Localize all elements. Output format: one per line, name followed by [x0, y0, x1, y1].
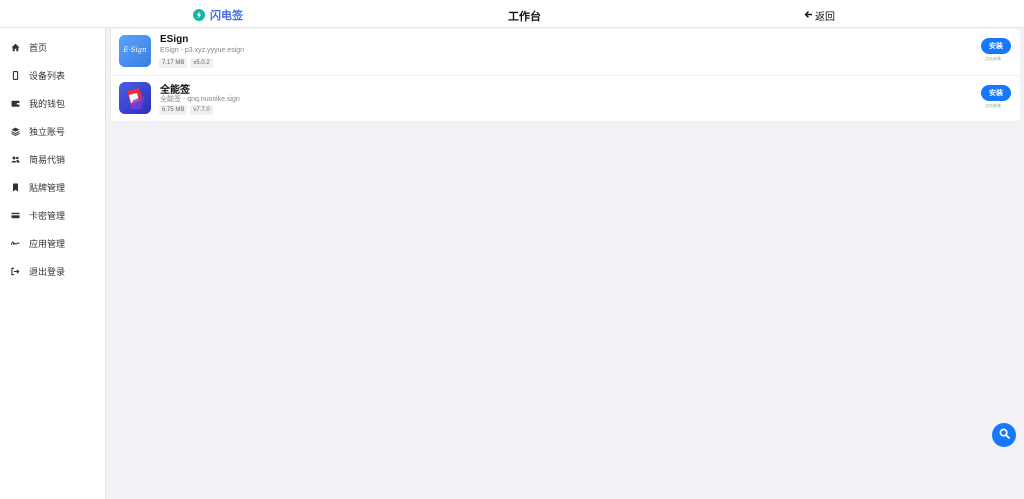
- wallet-icon: [11, 99, 20, 108]
- back-button[interactable]: 返回: [804, 8, 835, 23]
- brand[interactable]: 闪电签: [193, 7, 243, 23]
- phone-icon: [11, 70, 20, 80]
- brand-name: 闪电签: [210, 10, 243, 22]
- sidebar-item-label: 首页: [29, 42, 48, 53]
- sidebar-item-devices[interactable]: 设备列表: [0, 62, 106, 88]
- app-size-badge: 6.75 MB: [159, 105, 188, 115]
- back-label: 返回: [815, 12, 835, 23]
- install-button[interactable]: 安装: [981, 38, 1011, 54]
- card-icon: [11, 211, 20, 220]
- app-bundle: 全能签 - qnq.nuosike.sign: [160, 96, 240, 103]
- logout-icon: [11, 267, 20, 276]
- sidebar-item-home[interactable]: 首页: [0, 34, 106, 60]
- sidebar-item-apps[interactable]: 应用管理: [0, 230, 106, 256]
- page-title: 工作台: [508, 11, 541, 23]
- app-bundle: ESign - p3.xyz.yyyue.esign: [160, 47, 245, 54]
- sidebar-item-wallet[interactable]: 我的钱包: [0, 90, 106, 116]
- search-icon: [999, 426, 1010, 444]
- sidebar-item-label: 退出登录: [29, 266, 66, 277]
- install-hint: 点击安装: [985, 56, 1001, 61]
- sidebar-item-label: 我的钱包: [29, 98, 66, 109]
- app-size-badge: 7.17 MB: [159, 58, 188, 68]
- search-fab-button[interactable]: [992, 423, 1016, 447]
- app-row: 全能签 全能签 - qnq.nuosike.sign 6.75 MB v7.7.…: [111, 75, 1020, 121]
- arrow-left-icon: [804, 10, 813, 22]
- sidebar-item-label: 应用管理: [29, 238, 66, 249]
- users-icon: [11, 155, 20, 164]
- sidebar-item-accounts[interactable]: 独立账号: [0, 118, 106, 144]
- sidebar-item-label: 卡密管理: [29, 210, 66, 221]
- app-row: E·Sign ESign ESign - p3.xyz.yyyue.esign …: [111, 29, 1020, 75]
- sidebar-item-label: 贴牌管理: [29, 182, 66, 193]
- sidebar-item-oem[interactable]: 贴牌管理: [0, 174, 106, 200]
- signature-icon: [11, 239, 20, 248]
- app-version-badge: v5.0.2: [190, 58, 213, 68]
- sidebar: 首页 设备列表 我的钱包 独立账号 简易代销 贴牌管理 卡密管理 应用管理 退出…: [0, 28, 106, 499]
- sidebar-item-cards[interactable]: 卡密管理: [0, 202, 106, 228]
- install-hint: 点击安装: [985, 103, 1001, 108]
- sidebar-item-label: 设备列表: [29, 70, 66, 81]
- bookmark-icon: [11, 183, 20, 192]
- sidebar-item-logout[interactable]: 退出登录: [0, 258, 106, 284]
- top-bar: 闪电签 工作台 返回: [0, 0, 1024, 28]
- sidebar-item-label: 独立账号: [29, 126, 66, 137]
- layers-icon: [11, 127, 20, 136]
- install-button[interactable]: 安装: [981, 85, 1011, 101]
- app-version-badge: v7.7.0: [190, 105, 213, 115]
- app-icon: E·Sign: [119, 35, 151, 67]
- sidebar-item-label: 简易代销: [29, 154, 66, 165]
- app-tags: 6.75 MB v7.7.0: [159, 105, 213, 115]
- app-name: ESign: [160, 34, 189, 45]
- home-icon: [11, 43, 20, 52]
- app-tags: 7.17 MB v5.0.2: [159, 58, 213, 68]
- app-icon: [119, 82, 151, 114]
- lightning-icon: [193, 9, 205, 21]
- sidebar-item-resale[interactable]: 简易代销: [0, 146, 106, 172]
- app-list: E·Sign ESign ESign - p3.xyz.yyyue.esign …: [111, 29, 1020, 121]
